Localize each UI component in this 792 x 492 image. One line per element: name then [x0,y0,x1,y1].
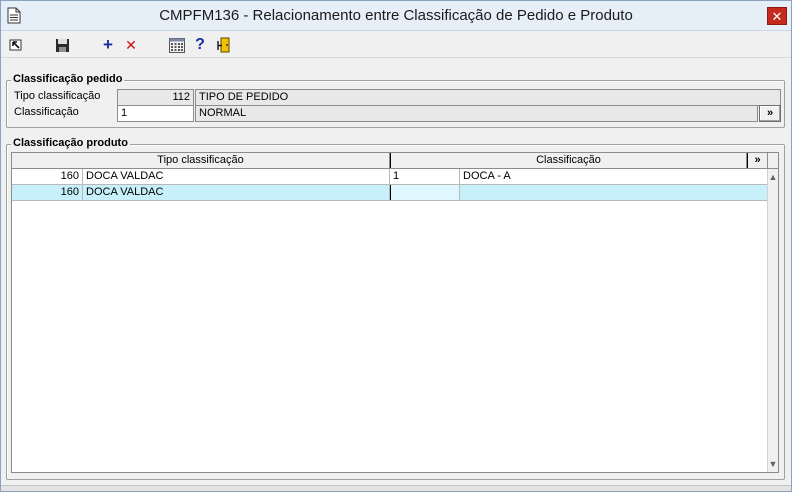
help-button[interactable]: ? [191,36,209,54]
grid-vertical-scrollbar[interactable]: ▲ ▼ [767,169,778,472]
scroll-down-icon[interactable]: ▼ [768,458,778,470]
scroll-up-icon[interactable]: ▲ [768,171,778,183]
classificacao-lookup-button[interactable]: » [759,105,781,122]
first-record-icon [9,39,22,51]
grid-expand-button[interactable]: » [747,153,768,168]
first-record-button[interactable] [7,36,25,54]
exit-door-icon [217,37,230,53]
classificacao-label: Classificação [14,106,79,118]
grid-header: Tipo classificação Classificação » [12,153,778,169]
col-header-classificacao[interactable]: Classificação [390,153,747,168]
exit-button[interactable] [215,36,233,54]
pedido-group: Classificação pedido Tipo classificação … [6,73,785,128]
calculator-button[interactable] [168,36,186,54]
classificacao-input[interactable]: 1 [117,105,194,122]
tipo-classificacao-code: 112 [117,89,194,106]
table-row[interactable]: 160 DOCA VALDAC [12,185,768,201]
window-title: CMPFM136 - Relacionamento entre Classifi… [159,7,633,24]
produto-group-title: Classificação produto [11,137,130,149]
save-icon [55,38,69,52]
add-button[interactable]: + [99,35,117,54]
status-bar [1,485,791,491]
tipo-classificacao-label: Tipo classificação [14,90,101,102]
row-tipo-code: 160 [12,185,83,200]
produto-grid: Tipo classificação Classificação » 160 D… [11,152,779,473]
pedido-group-title: Classificação pedido [11,73,125,85]
row-tipo-code: 160 [12,169,83,184]
col-header-tipo[interactable]: Tipo classificação [12,153,390,168]
row-class-desc: DOCA - A [460,169,768,184]
help-icon: ? [195,36,205,53]
classificacao-desc: NORMAL [195,105,758,122]
row-class-code-input[interactable] [390,185,460,200]
calculator-icon [169,37,185,53]
row-class-code[interactable]: 1 [390,169,460,184]
table-row[interactable]: 160 DOCA VALDAC 1 DOCA - A [12,169,768,185]
row-tipo-desc: DOCA VALDAC [83,185,390,200]
app-window: CMPFM136 - Relacionamento entre Classifi… [0,0,792,492]
delete-icon: ✕ [125,36,137,53]
add-icon: + [103,35,113,54]
delete-button[interactable]: ✕ [122,36,140,54]
close-button[interactable]: ✕ [767,7,787,25]
tipo-classificacao-desc: TIPO DE PEDIDO [195,89,781,106]
toolbar: + ✕ ? [1,32,791,58]
title-bar: CMPFM136 - Relacionamento entre Classifi… [1,1,791,31]
row-class-desc [460,185,768,200]
save-button[interactable] [53,36,71,54]
row-tipo-desc: DOCA VALDAC [83,169,390,184]
